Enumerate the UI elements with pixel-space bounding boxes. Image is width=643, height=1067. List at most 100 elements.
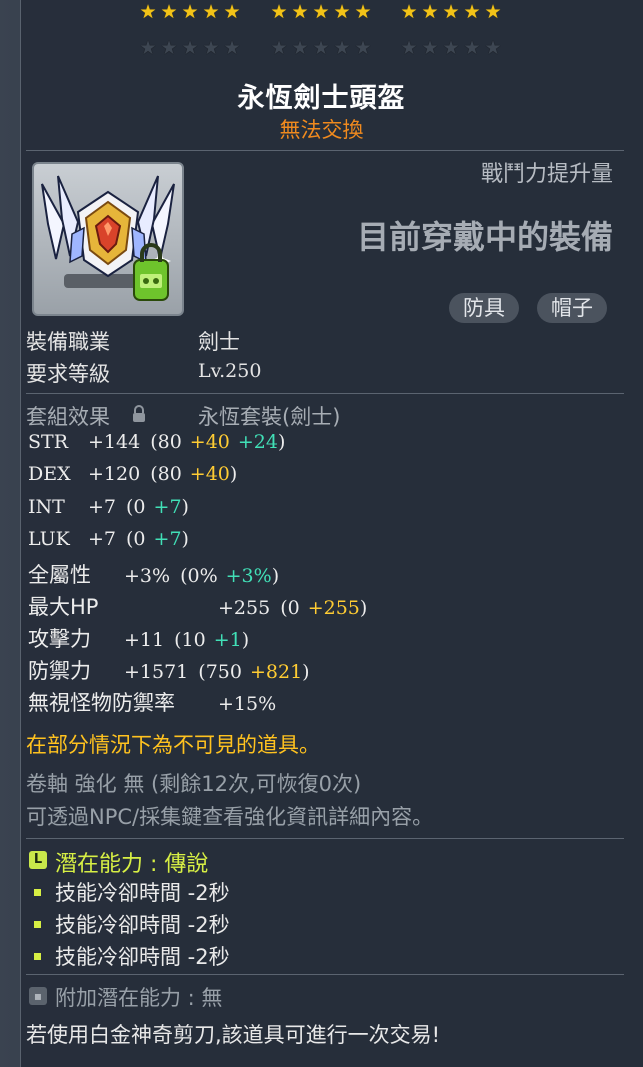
category-tag-hat: 帽子: [537, 293, 607, 323]
divider: [26, 838, 624, 839]
star-icon: ★: [484, 1, 502, 23]
additional-potential-icon: ▪: [29, 987, 47, 1005]
star-icon: ★: [421, 37, 439, 59]
star-icon: ★: [442, 1, 460, 23]
enhance-hint: 可透過NPC/採集鍵查看強化資訊詳細內容。: [26, 805, 434, 829]
star-force-row-empty: ★ ★ ★ ★ ★ ★ ★ ★ ★ ★ ★ ★ ★ ★ ★: [138, 38, 518, 60]
star-icon: ★: [181, 37, 199, 59]
info-row-level: 要求等級 Lv.250: [26, 358, 326, 386]
stat-name: 攻擊力: [28, 627, 91, 651]
potential-title: 潛在能力 : 傳說: [55, 852, 209, 877]
stat-open: (0: [126, 528, 146, 550]
stat-name: LUK: [28, 528, 70, 550]
star-icon: ★: [291, 37, 309, 59]
set-effect-row: 套組效果 永恆套裝(劍士): [26, 401, 386, 429]
star-icon: ★: [442, 37, 460, 59]
stat-row: 防禦力 +1571 (750 +821): [28, 655, 310, 685]
stat-name: 全屬性: [28, 563, 91, 587]
stat-bonus1: +255: [307, 597, 360, 619]
stat-total: +11: [124, 629, 165, 651]
stat-close: ): [359, 597, 368, 619]
helmet-icon: [41, 175, 175, 301]
star-icon: ★: [484, 37, 502, 59]
stat-total: +255: [218, 597, 271, 619]
bullet-icon: [34, 888, 41, 896]
stat-open: (0: [280, 597, 300, 619]
star-icon: ★: [139, 1, 157, 23]
star-icon: ★: [333, 37, 351, 59]
stat-name: 最大HP: [28, 595, 99, 619]
info-value: Lv.250: [198, 360, 262, 382]
stat-row: INT +7 (0 +7): [28, 496, 189, 518]
stat-name: INT: [28, 496, 65, 518]
star-icon: ★: [202, 37, 220, 59]
additional-potential-title: 附加潛在能力 : 無: [55, 986, 223, 1010]
stat-row: STR +144 (80 +40 +24): [28, 431, 285, 453]
star-icon: ★: [223, 1, 241, 23]
star-group: ★ ★ ★ ★ ★: [269, 2, 379, 24]
info-row-job: 裝備職業 劍士: [26, 326, 326, 354]
stat-open: (0%: [180, 565, 218, 587]
star-group: ★ ★ ★ ★ ★: [138, 2, 248, 24]
stat-name: STR: [28, 431, 68, 453]
stat-bonus1: +40: [189, 463, 230, 485]
star-icon: ★: [354, 1, 372, 23]
stat-open: (0: [126, 496, 146, 518]
stat-row: 攻擊力 +11 (10 +1): [28, 623, 249, 653]
stat-bonus1: +821: [249, 661, 303, 683]
scissors-notice: 若使用白金神奇剪刀,該道具可進行一次交易!: [26, 1023, 441, 1047]
stat-close: ): [241, 629, 250, 651]
stat-total: +144: [88, 431, 141, 453]
stat-bonus1: +40: [189, 431, 230, 453]
stat-open: (750: [198, 661, 242, 683]
star-icon: ★: [270, 37, 288, 59]
bullet-icon: [34, 952, 41, 960]
divider: [26, 150, 624, 151]
star-icon: ★: [400, 1, 418, 23]
combat-power-label: 戰鬥力提升量: [480, 162, 613, 187]
star-group: ★ ★ ★ ★ ★: [399, 38, 509, 60]
divider: [26, 974, 624, 975]
stat-open: (80: [150, 463, 182, 485]
bullet-icon: [34, 920, 41, 928]
info-value: 劍士: [198, 330, 240, 354]
star-icon: ★: [400, 37, 418, 59]
stat-bonus2: +7: [153, 496, 182, 518]
item-name: 永恆劍士頭盔: [237, 83, 406, 114]
star-icon: ★: [202, 1, 220, 23]
info-key: 裝備職業: [26, 330, 110, 354]
star-icon: ★: [223, 37, 241, 59]
star-icon: ★: [333, 1, 351, 23]
star-icon: ★: [139, 37, 157, 59]
stat-total: +3%: [124, 565, 171, 587]
star-icon: ★: [354, 37, 372, 59]
potential-line: 技能冷卻時間 -2秒: [26, 877, 230, 907]
stat-row: LUK +7 (0 +7): [28, 528, 189, 550]
stat-name: DEX: [28, 463, 71, 485]
stat-bonus2: +24: [237, 431, 278, 453]
combat-power-value: 目前穿戴中的裝備: [356, 218, 613, 256]
trade-status: 無法交換: [279, 118, 364, 142]
stat-total: +1571: [124, 661, 189, 683]
stat-bonus2: +3%: [225, 565, 272, 587]
star-icon: ★: [160, 1, 178, 23]
potential-line: 技能冷卻時間 -2秒: [26, 941, 230, 971]
stat-bonus2: +7: [153, 528, 182, 550]
star-icon: ★: [291, 1, 309, 23]
legendary-badge-icon: L: [29, 851, 47, 869]
stat-name: 防禦力: [28, 659, 91, 683]
scroll-enhance-info: 卷軸 強化 無 (剩餘12次,可恢復0次): [26, 772, 362, 796]
stat-total: +7: [88, 528, 117, 550]
stat-close: ): [229, 463, 238, 485]
invisible-notice: 在部分情況下為不可見的道具。: [26, 733, 320, 757]
stat-row: 全屬性 +3% (0% +3%): [28, 559, 279, 589]
star-icon: ★: [312, 37, 330, 59]
star-icon: ★: [270, 1, 288, 23]
stat-close: ): [271, 565, 280, 587]
stat-close: ): [181, 496, 189, 518]
star-group: ★ ★ ★ ★ ★: [138, 38, 248, 60]
potential-line: 技能冷卻時間 -2秒: [26, 909, 230, 939]
star-icon: ★: [421, 1, 439, 23]
divider: [26, 393, 624, 394]
stat-open: (80: [150, 431, 182, 453]
